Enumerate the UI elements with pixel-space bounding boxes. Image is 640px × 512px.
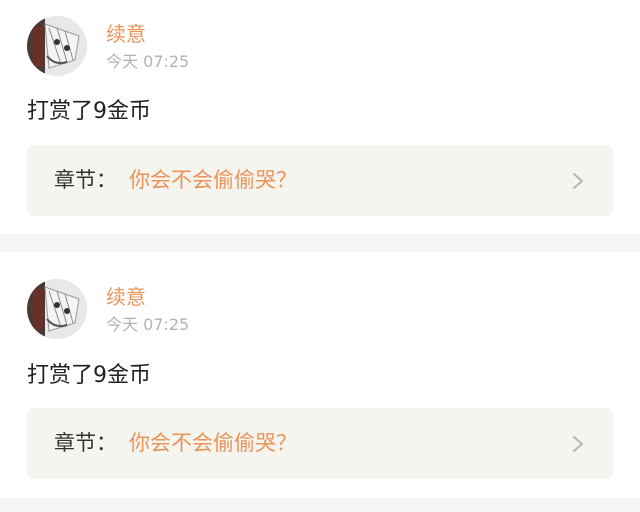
timestamp: 今天 07:25 — [106, 52, 190, 71]
user-avatar[interactable] — [27, 16, 87, 76]
chapter-label: 章节： — [54, 168, 117, 192]
chevron-right-icon — [573, 436, 583, 452]
chapter-title: 你会不会偷偷哭？ — [129, 168, 297, 192]
reward-message: 打赏了9金币 — [27, 363, 151, 388]
card-separator — [0, 234, 640, 252]
reward-message: 打赏了9金币 — [27, 99, 151, 124]
card-separator — [0, 498, 640, 512]
timestamp: 今天 07:25 — [106, 315, 190, 334]
reward-card: 续意 今天 07:25 打赏了9金币 章节： 你会不会偷偷哭？ — [0, 0, 640, 234]
avatar-image — [27, 16, 87, 76]
chapter-link[interactable]: 章节： 你会不会偷偷哭？ — [27, 408, 613, 479]
username[interactable]: 续意 — [106, 22, 146, 46]
reward-feed: 续意 今天 07:25 打赏了9金币 章节： 你会不会偷偷哭？ 续意 今天 07… — [0, 0, 640, 512]
chapter-label: 章节： — [54, 431, 117, 455]
chapter-title: 你会不会偷偷哭？ — [129, 431, 297, 455]
chapter-link[interactable]: 章节： 你会不会偷偷哭？ — [27, 145, 613, 216]
chevron-right-icon — [573, 173, 583, 189]
username[interactable]: 续意 — [106, 285, 146, 309]
reward-card: 续意 今天 07:25 打赏了9金币 章节： 你会不会偷偷哭？ — [0, 252, 640, 498]
user-avatar[interactable] — [27, 279, 87, 339]
avatar-image — [27, 279, 87, 339]
